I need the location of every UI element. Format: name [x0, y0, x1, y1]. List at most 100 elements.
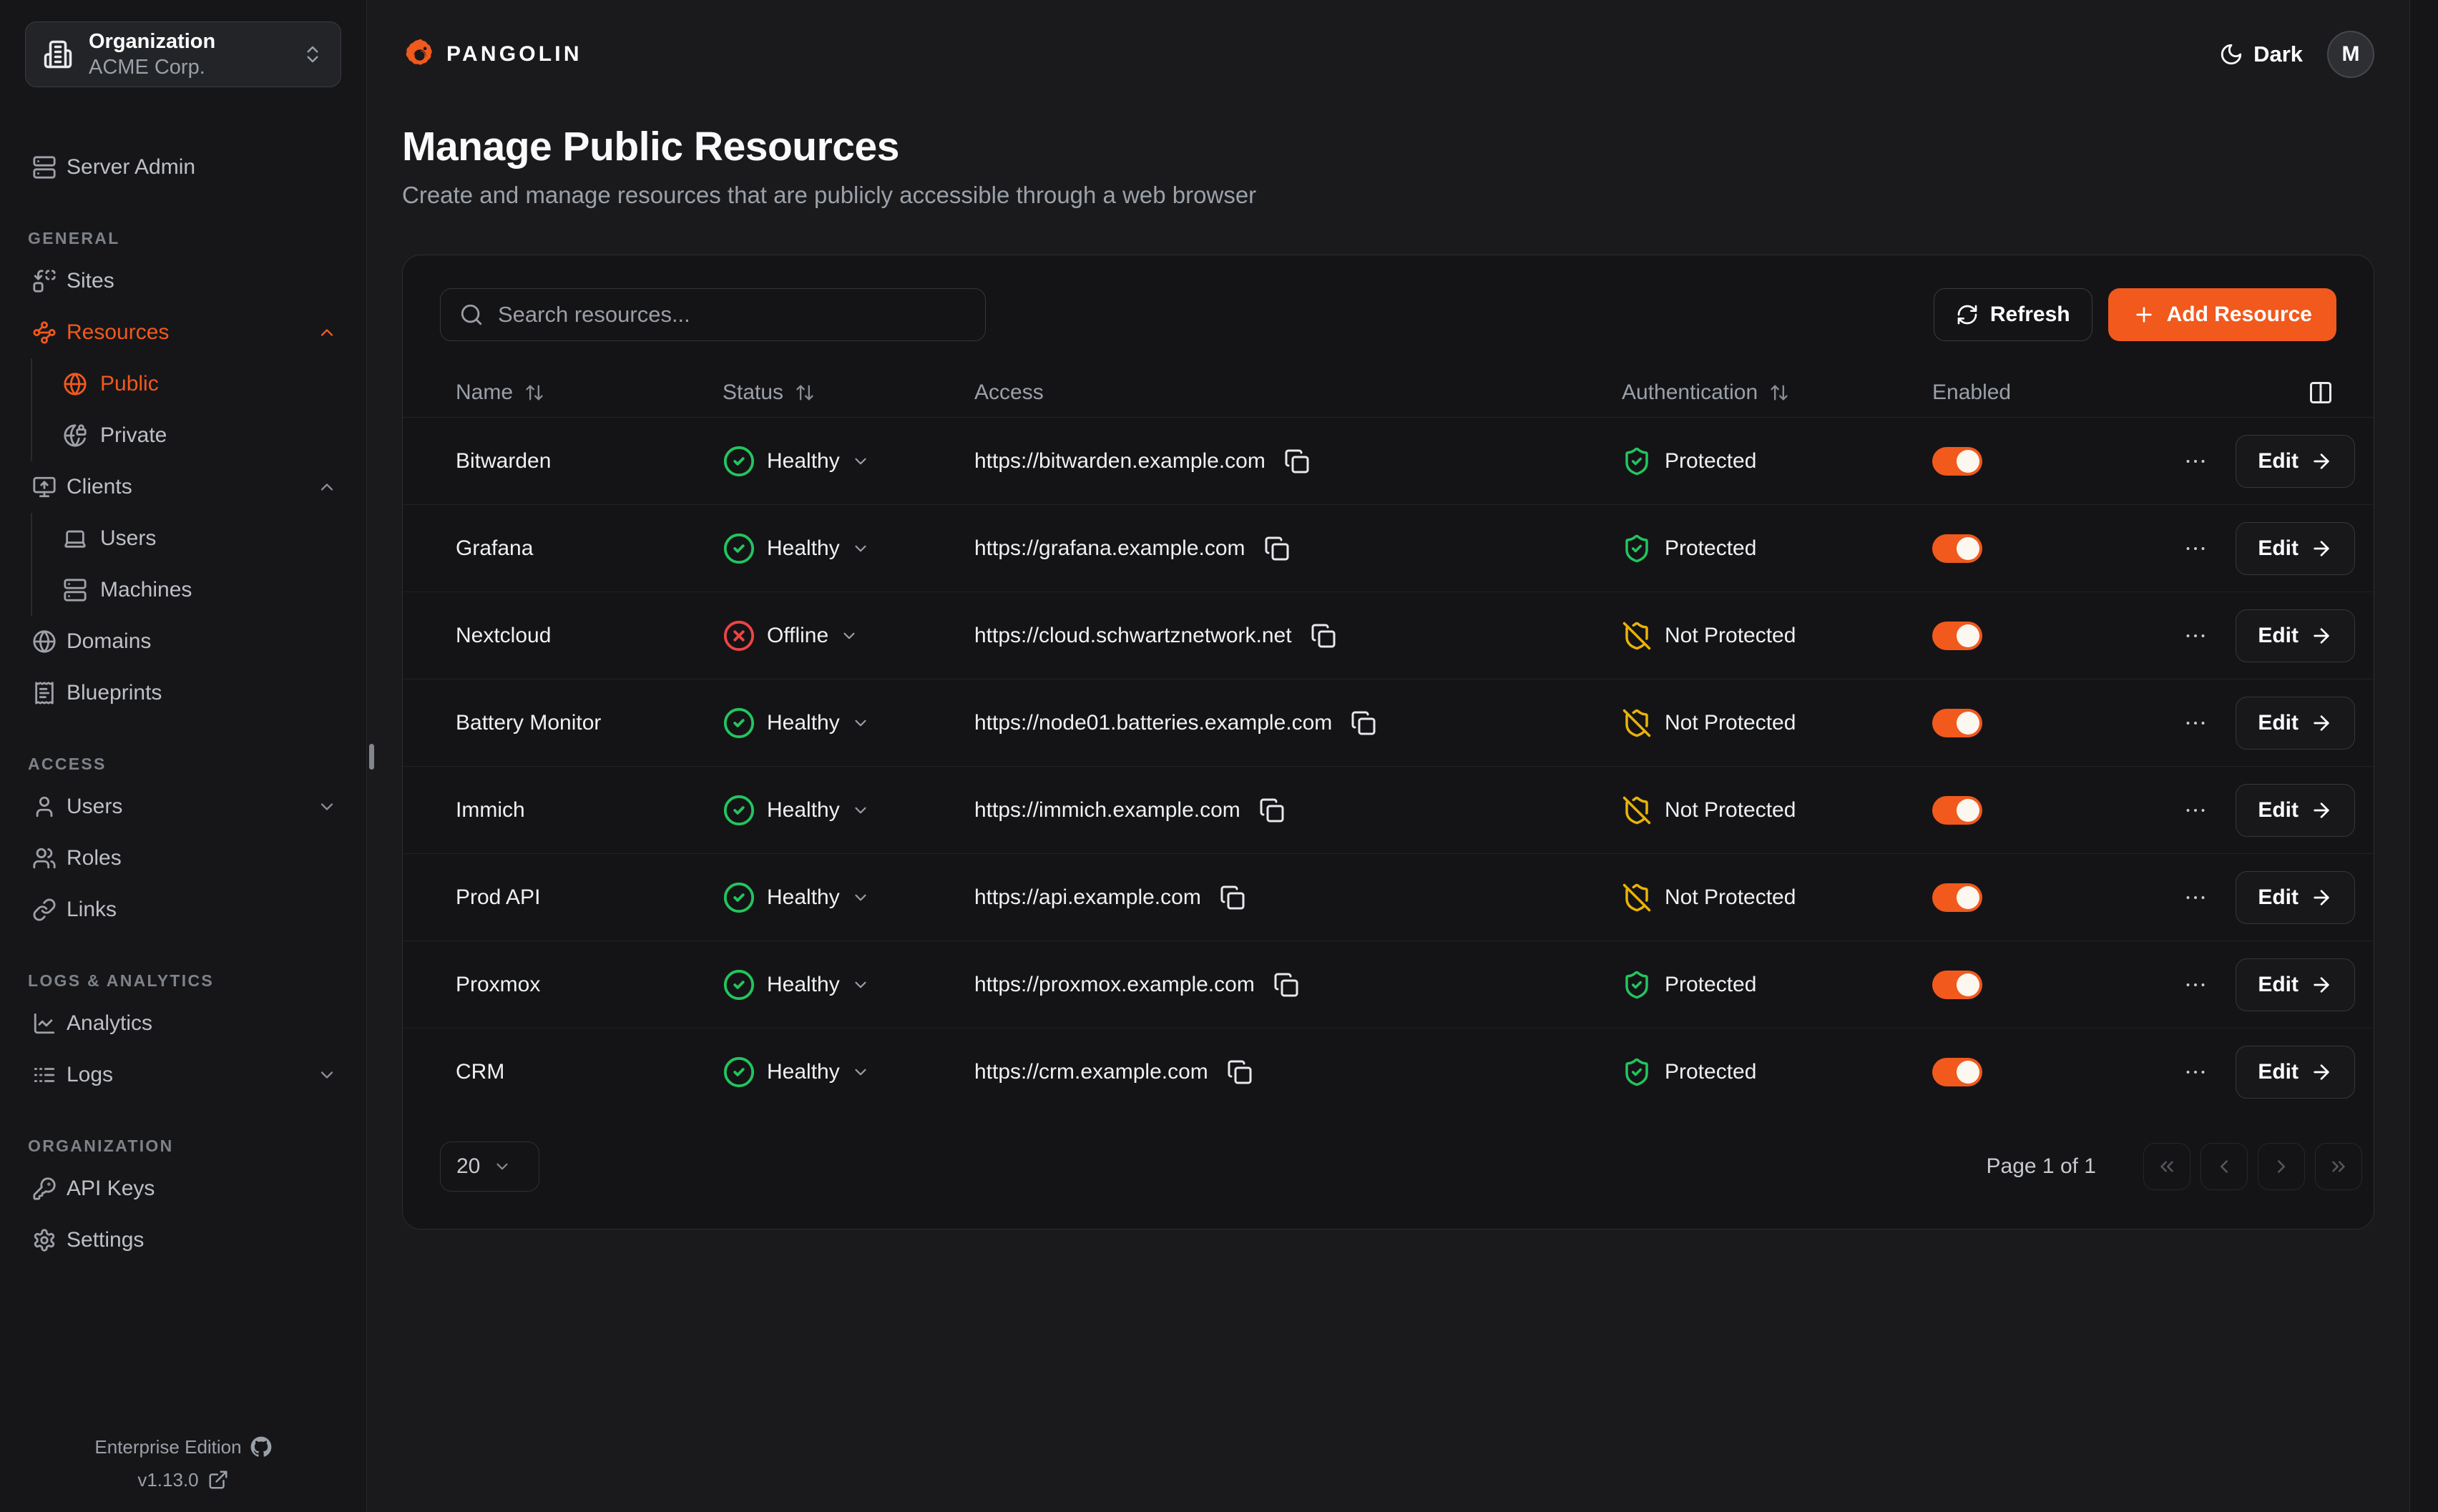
sidebar-item-sites[interactable]: Sites — [25, 255, 341, 307]
enabled-toggle[interactable] — [1932, 622, 1982, 650]
enabled-toggle[interactable] — [1932, 447, 1982, 476]
circle-x-icon — [723, 619, 755, 652]
resource-name: Grafana — [403, 536, 723, 561]
copy-url-button[interactable] — [1284, 448, 1310, 474]
status-badge[interactable]: Healthy — [723, 445, 870, 478]
table-row: Prod APIHealthyhttps://api.example.comNo… — [403, 854, 2374, 941]
sidebar-item-settings[interactable]: Settings — [25, 1214, 341, 1266]
refresh-button[interactable]: Refresh — [1934, 288, 2092, 341]
resource-name: Proxmox — [403, 973, 723, 997]
row-menu-button[interactable] — [2183, 1059, 2208, 1085]
chevron-up-icon — [317, 477, 337, 497]
status-badge[interactable]: Healthy — [723, 707, 870, 740]
auth-badge: Protected — [1622, 970, 1756, 1000]
org-switcher[interactable]: Organization ACME Corp. — [25, 21, 341, 87]
sidebar-item-public[interactable]: Public — [63, 358, 341, 410]
row-menu-button[interactable] — [2183, 623, 2208, 649]
status-badge[interactable]: Healthy — [723, 1056, 870, 1089]
ellipsis-icon — [2183, 972, 2208, 998]
status-badge[interactable]: Healthy — [723, 532, 870, 565]
status-badge[interactable]: Healthy — [723, 794, 870, 827]
last-page-button[interactable] — [2315, 1143, 2362, 1190]
sidebar-item-logs[interactable]: Logs — [25, 1049, 341, 1101]
ellipsis-icon — [2183, 536, 2208, 561]
row-menu-button[interactable] — [2183, 536, 2208, 561]
columns-layout-button[interactable] — [2308, 380, 2334, 406]
copy-url-button[interactable] — [1311, 623, 1336, 649]
column-header-name[interactable]: Name — [403, 381, 723, 405]
row-menu-button[interactable] — [2183, 972, 2208, 998]
status-badge[interactable]: Healthy — [723, 968, 870, 1001]
enabled-toggle[interactable] — [1932, 709, 1982, 737]
column-header-authentication[interactable]: Authentication — [1622, 381, 1932, 405]
shield-off-icon — [1622, 708, 1652, 738]
sidebar-item-users[interactable]: Users — [25, 781, 341, 833]
edit-button[interactable]: Edit — [2236, 697, 2355, 750]
search-input[interactable] — [498, 302, 966, 328]
theme-toggle[interactable]: Dark — [2219, 41, 2303, 67]
sidebar-item-api-keys[interactable]: API Keys — [25, 1163, 341, 1214]
sidebar-item-links[interactable]: Links — [25, 884, 341, 936]
edit-button[interactable]: Edit — [2236, 958, 2355, 1011]
brand[interactable]: PANGOLIN — [402, 38, 582, 71]
ellipsis-icon — [2183, 448, 2208, 474]
sidebar-resize-handle[interactable] — [369, 744, 374, 770]
row-menu-button[interactable] — [2183, 448, 2208, 474]
version-link[interactable]: v1.13.0 — [25, 1463, 341, 1496]
row-menu-button[interactable] — [2183, 797, 2208, 823]
status-badge[interactable]: Offline — [723, 619, 858, 652]
row-menu-button[interactable] — [2183, 710, 2208, 736]
pager — [2143, 1143, 2362, 1190]
sidebar-item-label: Server Admin — [67, 155, 337, 180]
copy-url-button[interactable] — [1273, 972, 1299, 998]
column-header-status[interactable]: Status — [723, 381, 974, 405]
edit-button[interactable]: Edit — [2236, 522, 2355, 575]
copy-url-button[interactable] — [1227, 1059, 1253, 1085]
page-size-select[interactable]: 20 — [440, 1142, 539, 1192]
sidebar-item-resources[interactable]: Resources — [25, 307, 341, 358]
edit-button[interactable]: Edit — [2236, 435, 2355, 488]
enabled-toggle[interactable] — [1932, 796, 1982, 825]
sidebar-item-client-users[interactable]: Users — [63, 513, 341, 564]
avatar[interactable]: M — [2327, 31, 2374, 78]
edit-button[interactable]: Edit — [2236, 609, 2355, 662]
circle-check-icon — [723, 1056, 755, 1089]
resource-url: https://bitwarden.example.com — [974, 449, 1265, 473]
sidebar-item-server-admin[interactable]: Server Admin — [25, 142, 341, 193]
sidebar-item-machines[interactable]: Machines — [63, 564, 341, 616]
sidebar-item-blueprints[interactable]: Blueprints — [25, 667, 341, 719]
row-menu-button[interactable] — [2183, 885, 2208, 910]
scrollbar-gutter[interactable] — [2409, 0, 2438, 1512]
sidebar-item-label: Public — [100, 372, 159, 396]
add-resource-button[interactable]: Add Resource — [2108, 288, 2336, 341]
sidebar-item-label: Settings — [67, 1228, 337, 1252]
enabled-toggle[interactable] — [1932, 883, 1982, 912]
arrow-right-icon — [2310, 799, 2333, 822]
resource-url: https://api.example.com — [974, 885, 1201, 910]
enabled-toggle[interactable] — [1932, 1058, 1982, 1086]
edit-button[interactable]: Edit — [2236, 1046, 2355, 1099]
sidebar-item-clients[interactable]: Clients — [25, 461, 341, 513]
chevron-up-icon — [317, 323, 337, 343]
status-badge[interactable]: Healthy — [723, 881, 870, 914]
gear-icon — [32, 1228, 57, 1252]
resource-name: Nextcloud — [403, 624, 723, 648]
first-page-button[interactable] — [2143, 1143, 2190, 1190]
copy-url-button[interactable] — [1220, 885, 1245, 910]
sidebar-item-private[interactable]: Private — [63, 410, 341, 461]
sidebar-item-roles[interactable]: Roles — [25, 833, 341, 884]
copy-url-button[interactable] — [1264, 536, 1290, 561]
edit-button[interactable]: Edit — [2236, 784, 2355, 837]
copy-url-button[interactable] — [1351, 710, 1376, 736]
enabled-toggle[interactable] — [1932, 971, 1982, 999]
sidebar-item-label: Links — [67, 898, 337, 922]
enabled-toggle[interactable] — [1932, 534, 1982, 563]
prev-page-button[interactable] — [2200, 1143, 2248, 1190]
columns-icon — [2308, 380, 2334, 406]
next-page-button[interactable] — [2258, 1143, 2305, 1190]
copy-url-button[interactable] — [1259, 797, 1285, 823]
edit-button[interactable]: Edit — [2236, 871, 2355, 924]
sidebar-item-analytics[interactable]: Analytics — [25, 998, 341, 1049]
edition-link[interactable]: Enterprise Edition — [25, 1430, 341, 1463]
sidebar-item-domains[interactable]: Domains — [25, 616, 341, 667]
